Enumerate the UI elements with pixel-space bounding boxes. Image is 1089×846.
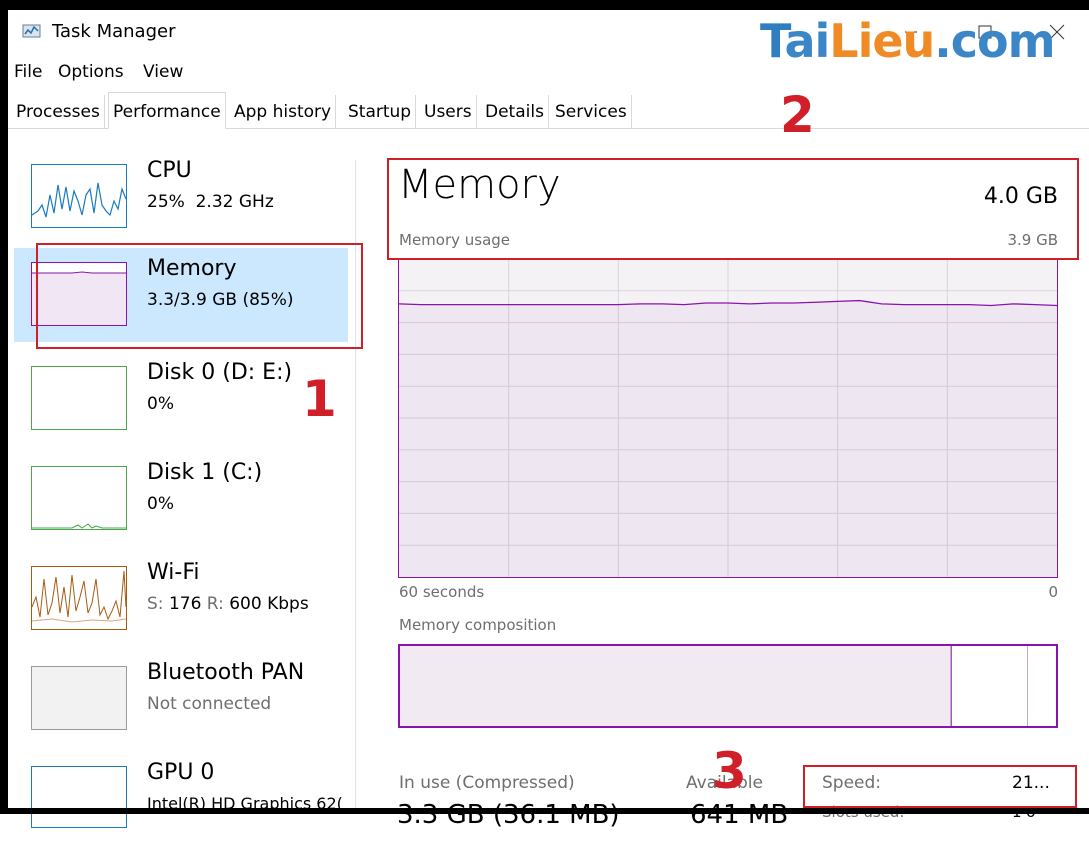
window-title: Task Manager [52, 21, 176, 42]
task-manager-icon [22, 22, 42, 40]
menu-options[interactable]: Options [58, 62, 124, 82]
sidebar-item-label: Disk 1 (C:) [147, 460, 263, 485]
window-frame-left [0, 0, 8, 814]
gpu-thumbnail-graph [31, 766, 127, 828]
memory-usage-chart [398, 259, 1058, 577]
tab-app-history[interactable]: App history [230, 95, 337, 128]
tab-users[interactable]: Users [420, 95, 477, 128]
tab-performance[interactable]: Performance [108, 92, 226, 129]
sidebar-item-label: Disk 0 (D: E:) [147, 360, 293, 385]
window-frame-bottom [0, 808, 1089, 814]
speed-value: 21... [1012, 773, 1050, 793]
window-frame-top [0, 0, 1089, 10]
disk1-thumbnail-graph [31, 466, 127, 530]
wifi-thumbnail-graph [31, 566, 127, 630]
watermark-logo: TaiLieu.com [760, 14, 1056, 68]
in-use-label: In use (Compressed) [399, 773, 575, 793]
page-title: Memory [398, 162, 561, 208]
sidebar-item-label: Bluetooth PAN [147, 660, 305, 685]
wifi-summary: S: 176 R: 600 Kbps [147, 594, 309, 614]
sidebar-item-label: GPU 0 [147, 760, 215, 785]
sidebar-item-disk0[interactable]: Disk 0 (D: E:) 0% [14, 352, 348, 446]
sidebar-item-label: CPU [147, 158, 192, 183]
memory-total: 4.0 GB [983, 184, 1058, 209]
in-use-value: 3.3 GB (36.1 MB) [397, 800, 620, 830]
composition-segment-free[interactable] [1027, 646, 1055, 726]
menu-file[interactable]: File [14, 62, 42, 82]
disk1-summary: 0% [147, 494, 174, 514]
annotation-number-2: 2 [780, 86, 815, 144]
memory-usage-label: Memory usage [399, 231, 511, 249]
speed-label: Speed: [822, 773, 882, 793]
sidebar-item-cpu[interactable]: CPU 25% 2.32 GHz [14, 150, 348, 244]
memory-composition-bar[interactable] [398, 644, 1058, 728]
cpu-thumbnail-graph [31, 164, 127, 228]
sidebar-item-memory[interactable]: Memory 3.3/3.9 GB (85%) [14, 248, 348, 342]
available-value: 641 MB [690, 800, 789, 830]
sidebar-item-bluetooth[interactable]: Bluetooth PAN Not connected [14, 652, 348, 746]
tab-startup[interactable]: Startup [344, 95, 417, 128]
sidebar-divider [355, 160, 356, 814]
menu-view[interactable]: View [143, 62, 183, 82]
sidebar-item-label: Wi-Fi [147, 560, 200, 585]
graph-axis-left-label: 60 seconds [399, 583, 485, 601]
memory-composition-label: Memory composition [399, 616, 557, 634]
sidebar-item-wifi[interactable]: Wi-Fi S: 176 R: 600 Kbps [14, 552, 348, 646]
memory-usage-graph [398, 258, 1058, 578]
memory-thumbnail-graph [31, 262, 127, 326]
graph-axis-right-label: 0 [1048, 583, 1058, 601]
sidebar-item-disk1[interactable]: Disk 1 (C:) 0% [14, 452, 348, 546]
tab-processes[interactable]: Processes [12, 95, 105, 128]
composition-segment-in-use[interactable] [400, 646, 952, 726]
sidebar-item-gpu[interactable]: GPU 0 Intel(R) HD Graphics 62( [14, 752, 348, 846]
memory-usage-area [399, 300, 1057, 577]
memory-usage-max: 3.9 GB [1007, 231, 1058, 249]
tab-bar: Processes Performance App history Startu… [8, 92, 1089, 129]
cpu-summary: 25% 2.32 GHz [147, 192, 274, 212]
disk0-summary: 0% [147, 394, 174, 414]
composition-segment-standby[interactable] [952, 646, 1028, 726]
bluetooth-thumbnail-graph [31, 666, 127, 730]
tab-services[interactable]: Services [551, 95, 632, 128]
annotation-number-3: 3 [712, 742, 747, 800]
disk0-thumbnail-graph [31, 366, 127, 430]
tab-details[interactable]: Details [481, 95, 549, 128]
memory-summary: 3.3/3.9 GB (85%) [147, 290, 294, 310]
sidebar-item-label: Memory [147, 256, 237, 281]
bluetooth-summary: Not connected [147, 694, 272, 714]
annotation-number-1: 1 [302, 370, 337, 428]
